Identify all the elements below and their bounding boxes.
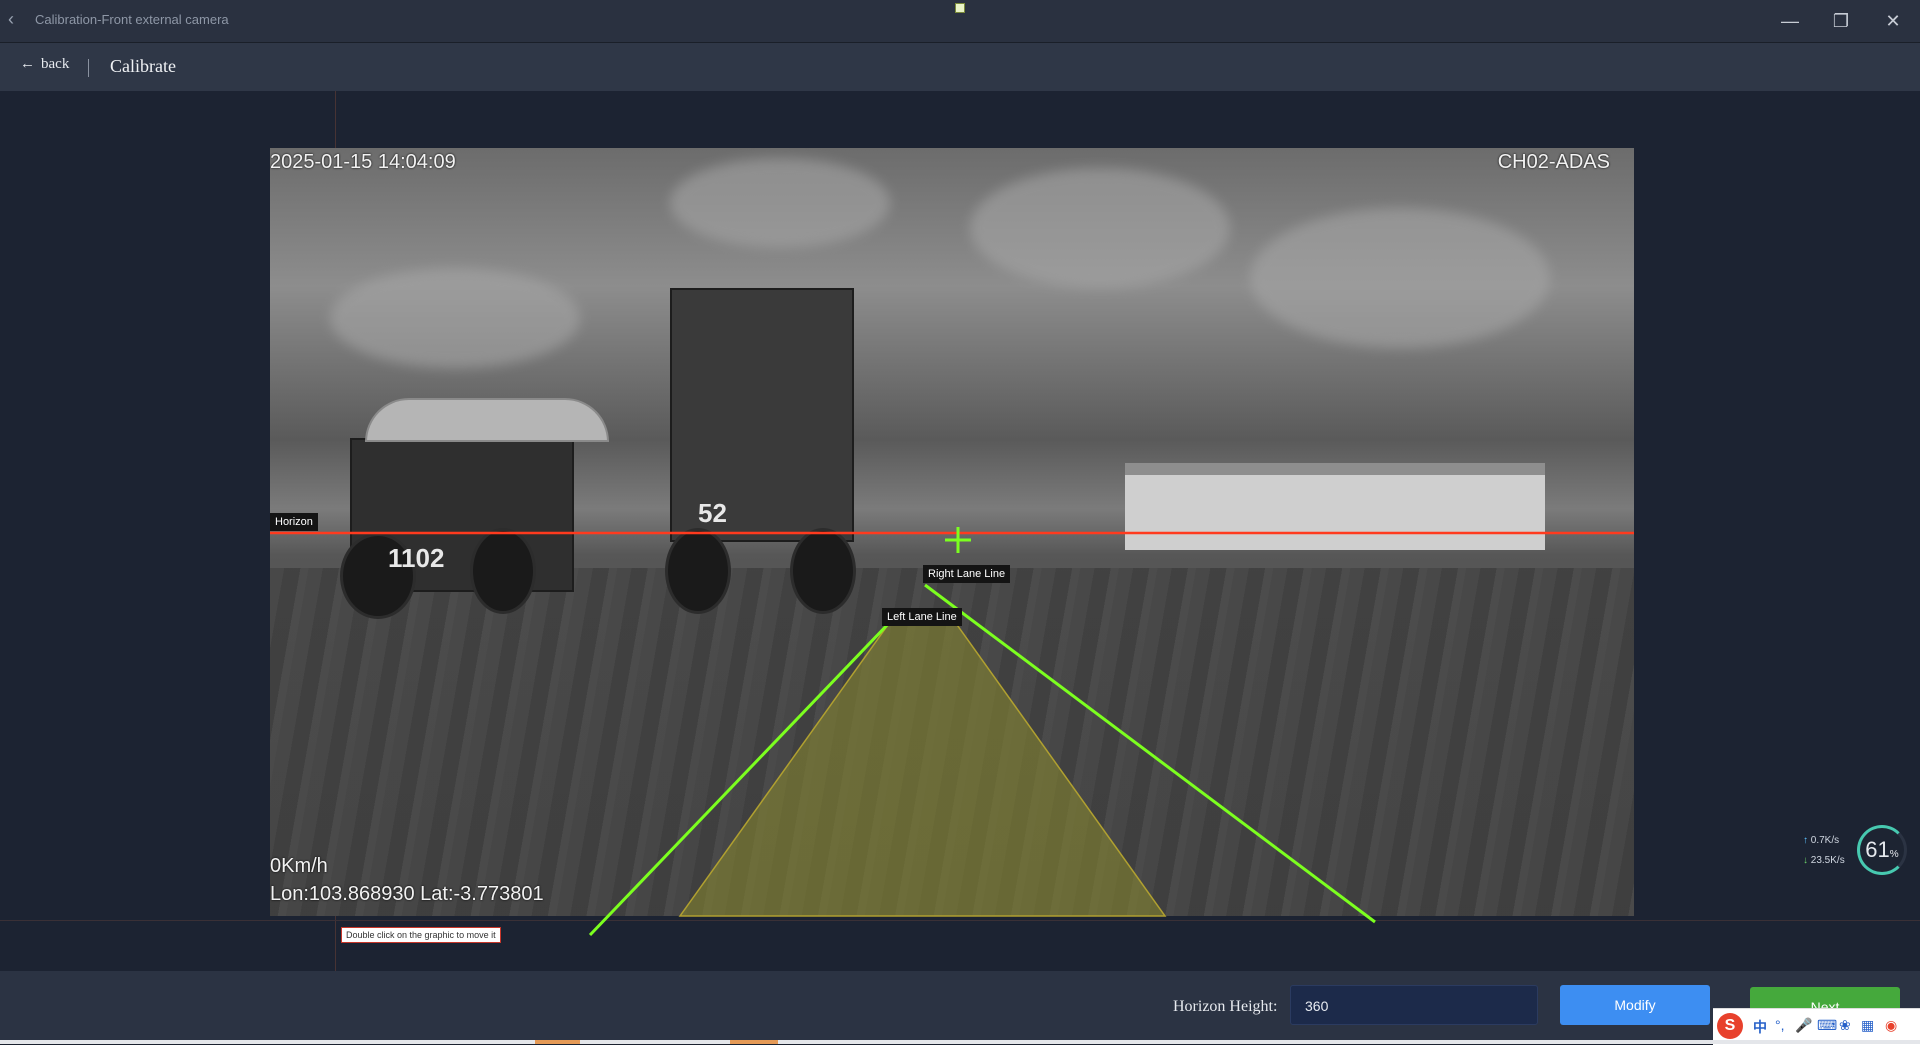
- horizon-height-label: Horizon Height:: [1173, 998, 1278, 1015]
- arrow-left-icon: ←: [20, 56, 35, 72]
- horizon-label: Horizon: [270, 513, 318, 531]
- chevron-left-icon[interactable]: ‹: [8, 9, 14, 30]
- settings-icon[interactable]: ◉: [1885, 1017, 1897, 1034]
- horizontal-guide-line: [0, 920, 1920, 921]
- truck-wheel: [470, 528, 536, 614]
- camera-location: Lon:103.868930 Lat:-3.773801: [270, 883, 544, 905]
- keyboard-icon[interactable]: ⌨: [1817, 1017, 1837, 1034]
- window-title: Calibration-Front external camera: [35, 12, 229, 27]
- back-button[interactable]: ← back: [20, 56, 69, 73]
- toolbox-icon[interactable]: ▦: [1861, 1017, 1874, 1034]
- close-icon[interactable]: ✕: [1878, 9, 1908, 33]
- truck-wheel: [665, 528, 731, 614]
- cloud: [970, 168, 1230, 288]
- upload-speed: ↑ 0.7K/s: [1803, 835, 1840, 846]
- microphone-icon[interactable]: 🎤: [1795, 1017, 1812, 1034]
- cloud: [670, 158, 890, 248]
- right-lane-label: Right Lane Line: [923, 565, 1011, 583]
- camera-channel: CH02-ADAS: [1497, 151, 1610, 173]
- minimize-icon[interactable]: —: [1775, 9, 1805, 33]
- taskbar-item[interactable]: [535, 1040, 580, 1044]
- modify-button[interactable]: Modify: [1560, 985, 1710, 1025]
- bottom-bar: Horizon Height: 360 Modify Next: [0, 971, 1920, 1044]
- building: [1125, 463, 1545, 550]
- camera-timestamp: 2025-01-15 14:04:09: [270, 151, 456, 173]
- cloud: [1250, 208, 1550, 348]
- camera-view[interactable]: 1102 52 2025-01-15 14:04:09 CH02-ADAS 0K…: [270, 148, 1634, 916]
- page-title: Calibrate: [110, 56, 176, 76]
- taskbar-item[interactable]: [730, 1040, 778, 1044]
- punctuation-icon[interactable]: °,: [1775, 1017, 1785, 1033]
- taskbar-strip: [0, 1040, 1920, 1044]
- horizon-height-input[interactable]: 360: [1290, 985, 1538, 1025]
- cloud: [330, 268, 580, 368]
- resize-handle-top[interactable]: [955, 3, 965, 13]
- skin-icon[interactable]: ❀: [1839, 1017, 1851, 1034]
- sogou-ime-icon[interactable]: S: [1717, 1013, 1743, 1039]
- download-speed: ↓ 23.5K/s: [1803, 855, 1845, 866]
- camera-speed: 0Km/h: [270, 855, 328, 877]
- toolbar: ← back Calibrate: [0, 43, 1920, 91]
- truck-number-left: 1102: [388, 543, 445, 573]
- usage-ring: 61%: [1857, 825, 1907, 875]
- restore-icon[interactable]: ❐: [1826, 9, 1856, 33]
- back-label: back: [41, 56, 70, 72]
- network-speed-widget[interactable]: ↑ 0.7K/s ↓ 23.5K/s 61%: [1793, 825, 1913, 879]
- ime-language-indicator[interactable]: 中: [1753, 1017, 1767, 1037]
- left-lane-label: Left Lane Line: [882, 608, 962, 626]
- toolbar-divider: [88, 59, 89, 77]
- truck-wheel: [790, 528, 856, 614]
- canopy: [365, 398, 609, 442]
- move-hint: Double click on the graphic to move it: [341, 927, 501, 943]
- truck-number-center: 52: [698, 498, 727, 528]
